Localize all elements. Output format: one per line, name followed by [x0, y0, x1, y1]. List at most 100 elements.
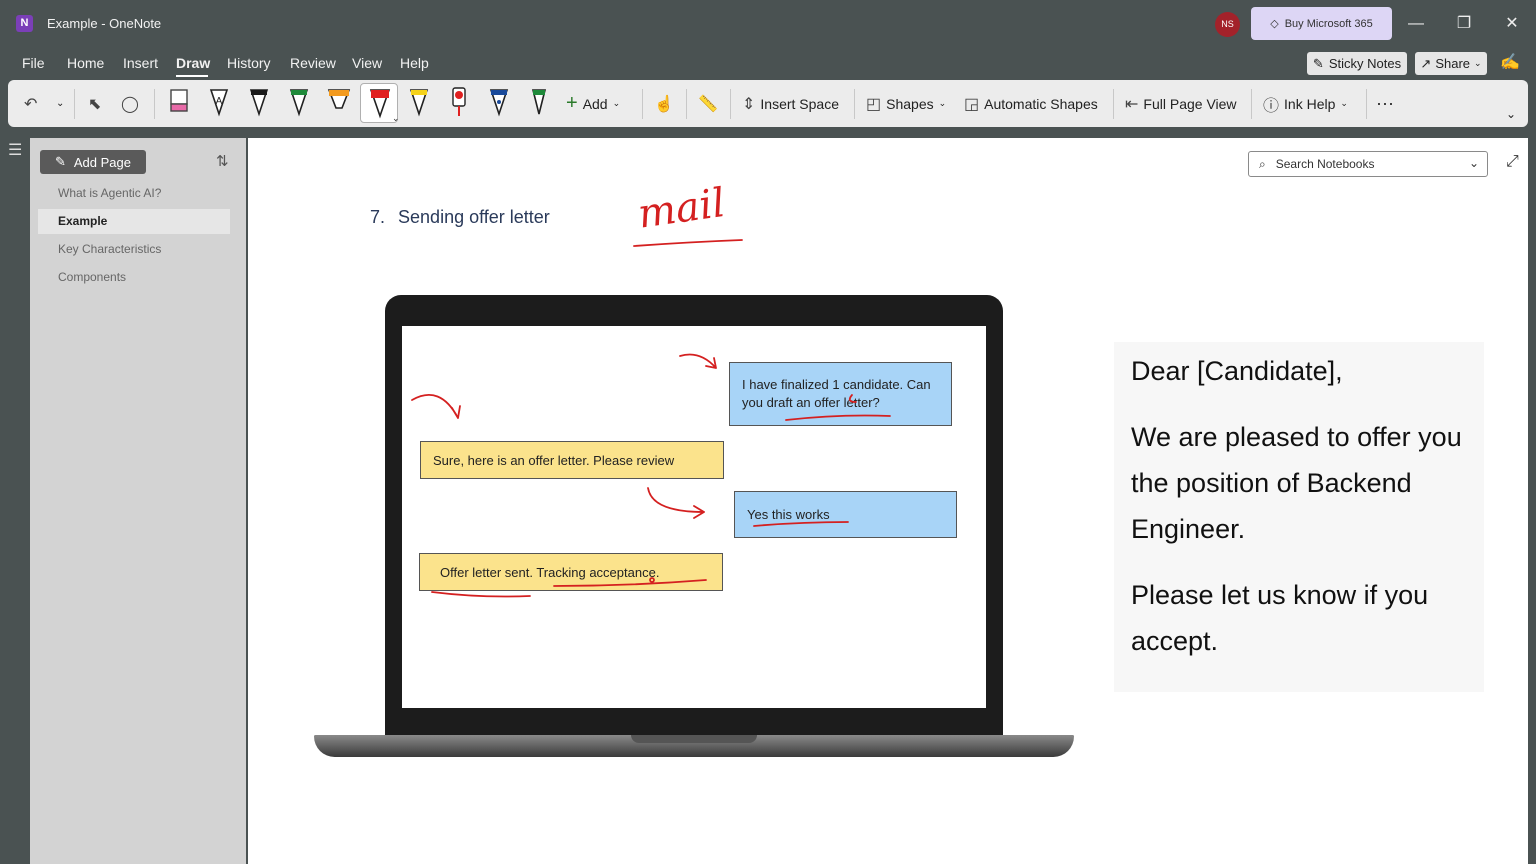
expand-icon[interactable]: ⤢ [1506, 153, 1519, 171]
divider [1251, 89, 1252, 119]
chevron-down-icon: ⌄ [1468, 156, 1479, 170]
note-heading: 7. Sending offer letter [370, 207, 550, 228]
page-item-key-characteristics[interactable]: Key Characteristics [38, 237, 230, 262]
menu-home[interactable]: Home [67, 55, 104, 71]
heading-number: 7. [370, 207, 386, 227]
undo-icon[interactable]: ↶ [24, 80, 37, 127]
menu-bar: File Home Insert Draw History Review Vie… [0, 50, 1300, 78]
chevron-down-icon: ⌄ [1474, 58, 1482, 68]
pink-highlighter-icon[interactable] [164, 84, 194, 120]
letter-body-1: We are pleased to offer you the position… [1131, 422, 1462, 544]
menu-insert[interactable]: Insert [123, 55, 158, 71]
ruler-icon[interactable]: 📏 [698, 80, 718, 127]
draw-ribbon: ↶ ⌄ ⬉ ◯ A ⌄ + Add ⌄ ☝ 📏 ⇕ Insert Space ◰… [8, 80, 1528, 127]
maximize-button[interactable]: ❐ [1452, 12, 1476, 36]
yellow-highlighter-icon[interactable] [404, 84, 434, 120]
add-pen-button[interactable]: + Add ⌄ [566, 80, 620, 127]
share-label: Share [1435, 56, 1471, 71]
orange-highlighter-icon[interactable] [324, 84, 354, 120]
divider [686, 89, 687, 119]
menu-review[interactable]: Review [290, 55, 336, 71]
page-item-what-is-agentic-ai[interactable]: What is Agentic AI? [38, 181, 230, 206]
lasso-select-icon[interactable]: ◯ [121, 80, 139, 127]
add-page-button[interactable]: ✎ Add Page [40, 150, 146, 174]
automatic-shapes-button[interactable]: ◲ Automatic Shapes [964, 80, 1098, 127]
share-button[interactable]: ↗ Share ⌄ [1415, 52, 1487, 75]
hamburger-menu-icon[interactable]: ☰ [8, 140, 22, 160]
menu-help[interactable]: Help [400, 55, 429, 71]
menu-history[interactable]: History [227, 55, 271, 71]
undo-dropdown-icon[interactable]: ⌄ [56, 80, 64, 127]
chat-bubble-user-2: Yes this works [734, 491, 957, 538]
active-tab-underline [176, 75, 208, 77]
green-pen-icon[interactable] [284, 84, 314, 120]
expand-ribbon-chevron-icon[interactable]: ⌄ [1506, 90, 1516, 137]
insert-space-icon: ⇕ [742, 95, 756, 113]
search-notebooks-input[interactable]: ⌕ Search Notebooks ⌄ [1248, 151, 1488, 177]
ink-help-button[interactable]: ⓘ Ink Help ⌄ [1263, 80, 1348, 127]
full-page-view-icon: ⇤ [1125, 95, 1139, 113]
title-bar: N Example - OneNote NS ◇ Buy Microsoft 3… [0, 0, 1536, 48]
divider [154, 89, 155, 119]
blue-fountain-pen-icon[interactable] [484, 84, 514, 120]
divider [74, 89, 75, 119]
share-icon: ↗ [1420, 55, 1432, 71]
red-pen-selected[interactable]: ⌄ [360, 83, 400, 123]
divider [1113, 89, 1114, 119]
chat-bubble-user-1: I have finalized 1 candidate. Can you dr… [729, 362, 952, 426]
shapes-label: Shapes [886, 95, 934, 112]
buy-microsoft-365-button[interactable]: ◇ Buy Microsoft 365 [1251, 7, 1392, 40]
svg-text:⌄: ⌄ [392, 113, 399, 123]
user-avatar[interactable]: NS [1215, 12, 1240, 37]
laptop-notch [631, 735, 757, 743]
svg-text:A: A [216, 96, 223, 107]
help-icon: ⓘ [1263, 97, 1280, 115]
page-item-components[interactable]: Components [38, 265, 230, 290]
ink-help-label: Ink Help [1284, 95, 1336, 112]
shapes-icon: ◰ [866, 95, 882, 113]
full-page-view-button[interactable]: ⇤ Full Page View [1125, 80, 1237, 127]
divider [854, 89, 855, 119]
chevron-down-icon: ⌄ [612, 98, 621, 108]
chevron-down-icon: ⌄ [938, 98, 947, 108]
onenote-logo-icon: N [16, 15, 33, 32]
laptop-screen: I have finalized 1 candidate. Can you dr… [402, 326, 986, 708]
more-options-button[interactable]: ··· [1376, 80, 1394, 127]
page-list-sidebar: ✎ Add Page ⇅ What is Agentic AI? Example… [30, 138, 246, 864]
plus-icon: + [566, 92, 578, 114]
page-item-example[interactable]: Example [38, 209, 230, 234]
add-page-icon: ✎ [54, 154, 66, 169]
sticky-note-icon: ✎ [1312, 55, 1324, 71]
chat-bubble-agent-1: Sure, here is an offer letter. Please re… [420, 441, 724, 479]
green-pen-2-icon[interactable] [524, 84, 554, 120]
black-outline-pen-icon[interactable]: A [204, 84, 234, 120]
close-button[interactable]: ✕ [1500, 12, 1524, 36]
chat-bubble-agent-2: Offer letter sent. Tracking acceptance. [419, 553, 723, 591]
red-marker-icon[interactable] [444, 84, 474, 120]
offer-letter-panel: Dear [Candidate], We are pleased to offe… [1114, 342, 1484, 692]
divider [730, 89, 731, 119]
menu-file[interactable]: File [22, 55, 45, 71]
add-page-label: Add Page [73, 154, 131, 170]
window-title: Example - OneNote [47, 16, 162, 31]
select-cursor-icon[interactable]: ⬉ [88, 80, 101, 127]
touch-drawing-icon[interactable]: ☝ [654, 80, 674, 127]
diamond-icon: ◇ [1270, 18, 1279, 30]
heading-text: Sending offer letter [398, 207, 550, 227]
automatic-shapes-label: Automatic Shapes [984, 95, 1098, 112]
sort-icon[interactable]: ⇅ [216, 152, 229, 170]
insert-space-button[interactable]: ⇕ Insert Space [742, 80, 839, 127]
buy-label: Buy Microsoft 365 [1284, 17, 1373, 30]
letter-greeting: Dear [Candidate], [1131, 356, 1343, 386]
full-page-view-label: Full Page View [1143, 95, 1237, 112]
note-canvas[interactable]: ⌕ Search Notebooks ⌄ ⤢ 7. Sending offer … [248, 138, 1528, 864]
menu-view[interactable]: View [352, 55, 382, 71]
black-pen-icon[interactable] [244, 84, 274, 120]
minimize-button[interactable]: — [1404, 12, 1428, 36]
sticky-notes-button[interactable]: ✎ Sticky Notes [1307, 52, 1407, 75]
comment-icon[interactable]: ✍ [1500, 52, 1520, 72]
letter-body-2: Please let us know if you accept. [1131, 580, 1429, 656]
menu-draw[interactable]: Draw [176, 55, 210, 71]
automatic-shapes-icon: ◲ [964, 95, 980, 113]
shapes-button[interactable]: ◰ Shapes ⌄ [866, 80, 946, 127]
